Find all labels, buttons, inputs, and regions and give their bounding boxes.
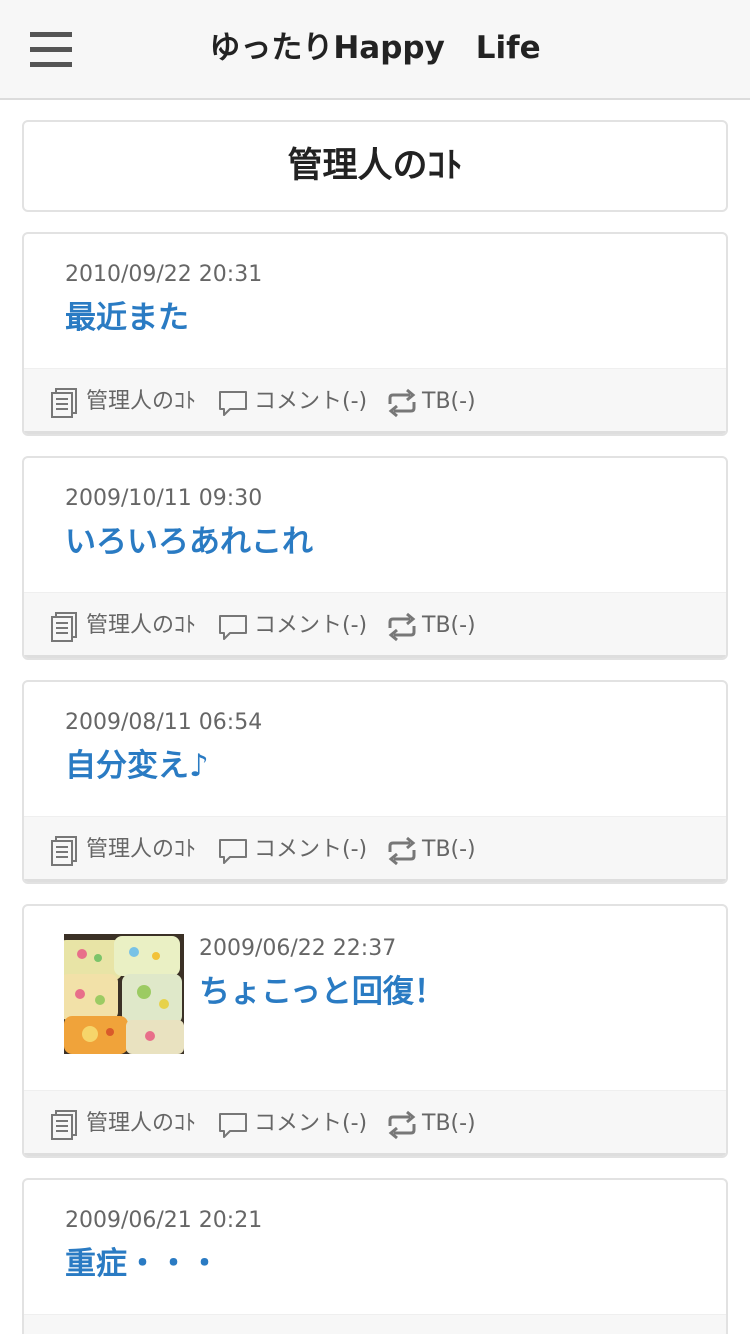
entry-category-label: 管理人のｺﾄ (86, 613, 197, 638)
entry-comments-label: コメント(-) (254, 389, 368, 414)
entry-title-link[interactable]: ちょこっと回復！ (199, 966, 445, 1011)
entry-thumbnail[interactable] (64, 934, 184, 1054)
entry-card: 2009/10/11 09:30 いろいろあれこれ 管理人のｺﾄ コメント(-)… (22, 456, 728, 660)
trackback-icon (388, 836, 416, 866)
category-heading: 管理人のｺﾄ (22, 120, 728, 212)
trackback-icon (388, 1110, 416, 1140)
entry-comments-label: コメント(-) (254, 613, 368, 638)
entry-date: 2009/10/11 09:30 (65, 486, 263, 511)
comment-icon (219, 1113, 247, 1138)
entry-meta-bar (24, 1314, 726, 1334)
entry-meta-bar: 管理人のｺﾄ コメント(-) TB(-) (24, 816, 726, 882)
trackback-icon (388, 388, 416, 418)
comment-icon (219, 615, 247, 640)
entry-date: 2009/08/11 06:54 (65, 710, 263, 735)
entry-title-link[interactable]: 重症・・・ (65, 1238, 220, 1283)
entry-trackback-label: TB(-) (422, 837, 476, 862)
entry-category-label: 管理人のｺﾄ (86, 389, 197, 414)
entry-date: 2009/06/22 22:37 (199, 936, 397, 961)
entry-category-label: 管理人のｺﾄ (86, 837, 197, 862)
entry-title-link[interactable]: 最近また (65, 292, 189, 337)
entry-meta-bar: 管理人のｺﾄ コメント(-) TB(-) (24, 1090, 726, 1156)
lunch-boxes-photo (64, 934, 184, 1054)
entry-trackback-label: TB(-) (422, 1111, 476, 1136)
entry-meta-bar: 管理人のｺﾄ コメント(-) TB(-) (24, 368, 726, 434)
entry-trackback-label: TB(-) (422, 389, 476, 414)
site-header: ゆったりHappy Life (0, 0, 750, 100)
entry-trackback-label: TB(-) (422, 613, 476, 638)
entry-category-label: 管理人のｺﾄ (86, 1111, 197, 1136)
comment-icon (219, 839, 247, 864)
entry-card: 2009/06/21 20:21 重症・・・ (22, 1178, 728, 1334)
entry-card: 2010/09/22 20:31 最近また 管理人のｺﾄ コメント(-) TB(… (22, 232, 728, 436)
entry-date: 2009/06/21 20:21 (65, 1208, 263, 1233)
entry-title-link[interactable]: 自分変え♪ (65, 740, 209, 785)
comment-icon (219, 391, 247, 416)
site-title[interactable]: ゆったりHappy Life (0, 0, 750, 96)
entry-meta-bar: 管理人のｺﾄ コメント(-) TB(-) (24, 592, 726, 658)
entry-date: 2010/09/22 20:31 (65, 262, 263, 287)
document-icon (51, 388, 77, 418)
document-icon (51, 612, 77, 642)
entry-title-link[interactable]: いろいろあれこれ (65, 516, 313, 561)
entry-comments-label: コメント(-) (254, 1111, 368, 1136)
document-icon (51, 1110, 77, 1140)
document-icon (51, 836, 77, 866)
entry-comments-label: コメント(-) (254, 837, 368, 862)
entry-card: 2009/08/11 06:54 自分変え♪ 管理人のｺﾄ コメント(-) TB… (22, 680, 728, 884)
entry-card: 2009/06/22 22:37 ちょこっと回復！ 管理人のｺﾄ コメント(-)… (22, 904, 728, 1158)
trackback-icon (388, 612, 416, 642)
